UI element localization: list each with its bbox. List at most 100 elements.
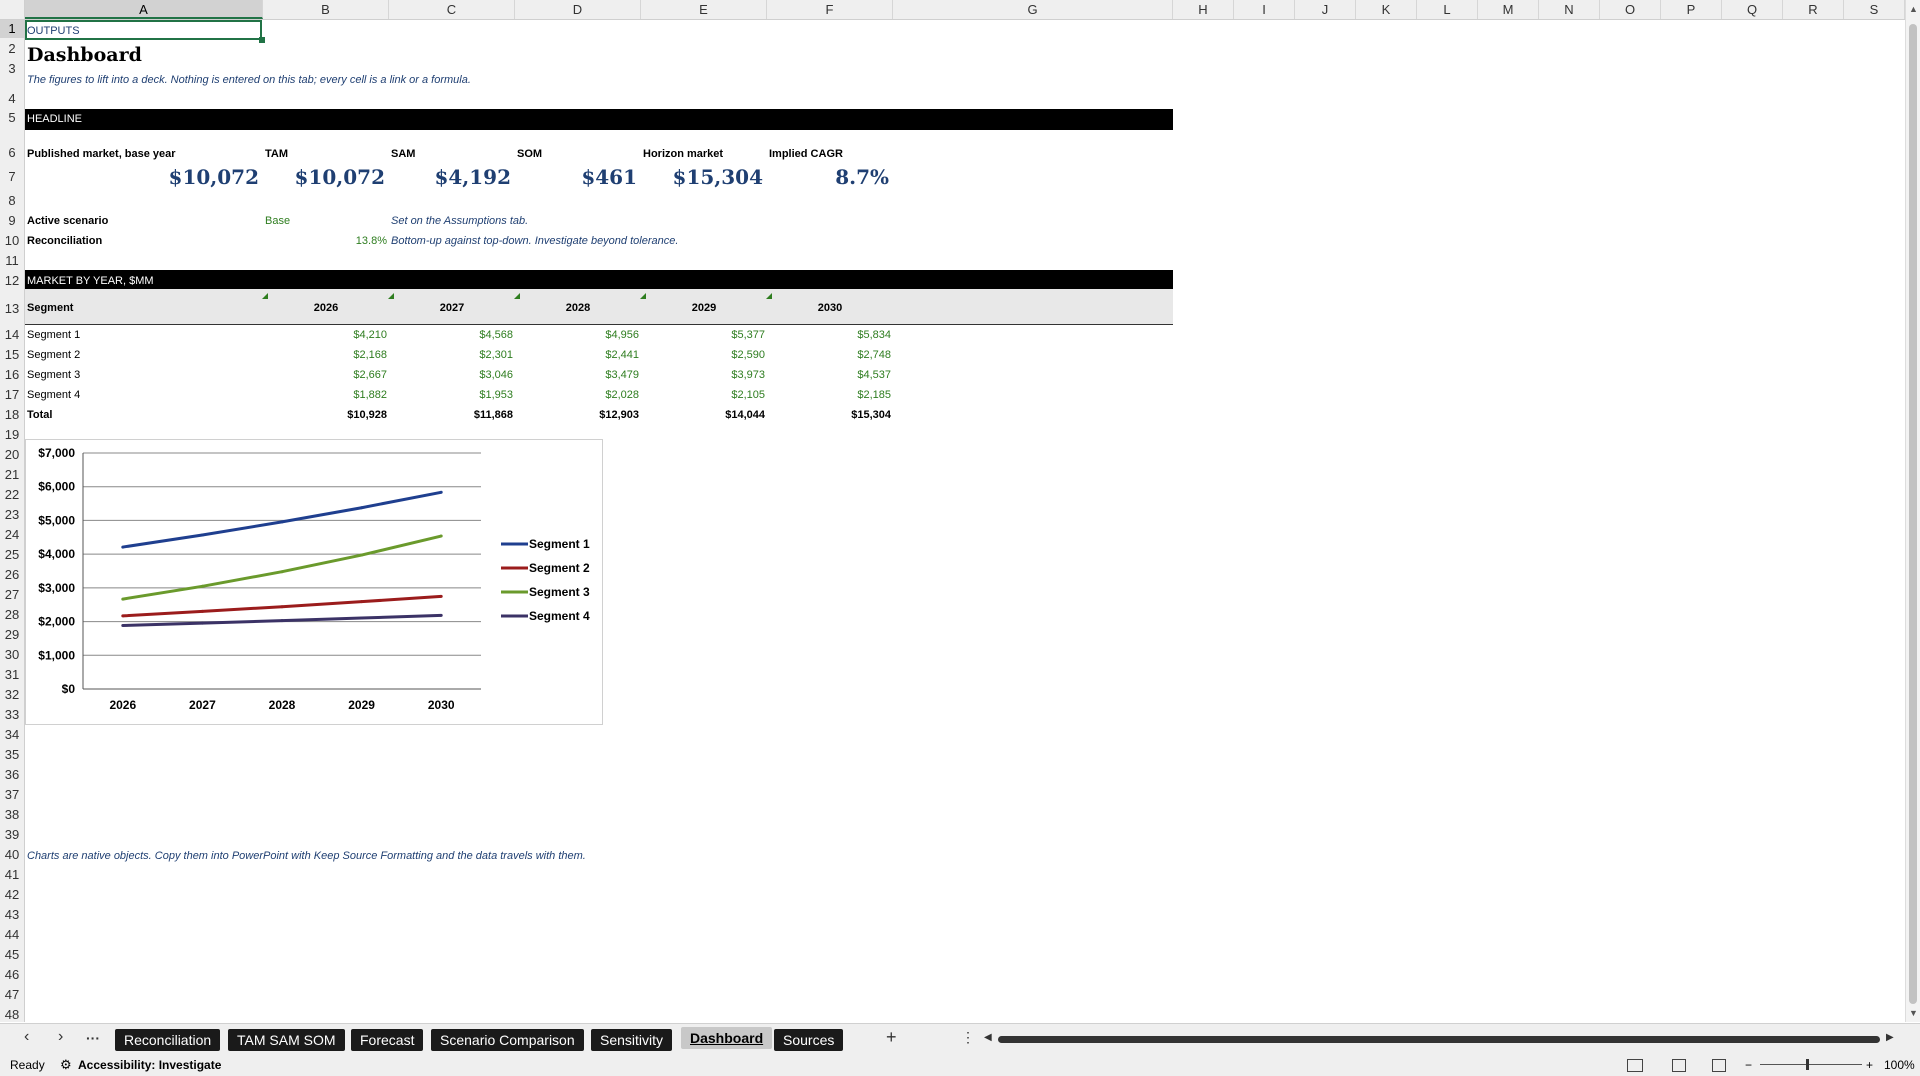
row-header-48[interactable]: 48 [0, 1006, 24, 1022]
row-header-12[interactable]: 12 [0, 272, 24, 290]
row-header-38[interactable]: 38 [0, 806, 24, 824]
column-header-e[interactable]: E [641, 0, 767, 19]
column-header-n[interactable]: N [1539, 0, 1600, 19]
row-header-32[interactable]: 32 [0, 686, 24, 704]
tab-splitter-icon[interactable]: ⋮ [961, 1029, 975, 1046]
vertical-scroll-thumb[interactable] [1909, 24, 1917, 1004]
column-header-j[interactable]: J [1295, 0, 1356, 19]
page-break-icon[interactable] [1712, 1059, 1726, 1072]
row-header-47[interactable]: 47 [0, 986, 24, 1004]
row-header-39[interactable]: 39 [0, 826, 24, 844]
row-header-30[interactable]: 30 [0, 646, 24, 664]
tab-dashboard[interactable]: Dashboard [681, 1027, 773, 1049]
tab-reconciliation[interactable]: Reconciliation [115, 1029, 221, 1051]
more-sheets-button[interactable]: ··· [86, 1030, 100, 1046]
row-header-17[interactable]: 17 [0, 386, 24, 404]
tab-forecast[interactable]: Forecast [351, 1029, 424, 1051]
scroll-up-icon[interactable]: ▲ [1909, 4, 1918, 14]
row-header-2[interactable]: 2 [0, 40, 24, 58]
next-sheet-icon[interactable]: › [58, 1028, 63, 1046]
row-header-27[interactable]: 27 [0, 586, 24, 604]
row-header-26[interactable]: 26 [0, 566, 24, 584]
accessibility-status[interactable]: Accessibility: Investigate [78, 1054, 221, 1076]
select-all-corner[interactable] [0, 0, 25, 19]
vertical-scrollbar[interactable]: ▲ ▼ [1905, 0, 1920, 1022]
zoom-slider[interactable] [1760, 1064, 1862, 1065]
row-header-37[interactable]: 37 [0, 786, 24, 804]
scroll-down-icon[interactable]: ▼ [1909, 1008, 1918, 1018]
column-header-o[interactable]: O [1600, 0, 1661, 19]
row-header-7[interactable]: 7 [0, 168, 24, 186]
column-header-h[interactable]: H [1173, 0, 1234, 19]
row-header-29[interactable]: 29 [0, 626, 24, 644]
zoom-in-icon[interactable]: + [1866, 1054, 1873, 1076]
segment-line-chart[interactable]: $0 $1,000 $2,000 $3,000 $4,000 $5,000 $6,000 $7… [25, 439, 603, 725]
column-header-q[interactable]: Q [1722, 0, 1783, 19]
row-header-31[interactable]: 31 [0, 666, 24, 684]
row-header-13[interactable]: 13 [0, 300, 24, 318]
column-header-m[interactable]: M [1478, 0, 1539, 19]
row-header-16[interactable]: 16 [0, 366, 24, 384]
row-header-36[interactable]: 36 [0, 766, 24, 784]
row-header-3[interactable]: 3 [0, 60, 24, 78]
column-header-b[interactable]: B [263, 0, 389, 19]
row-header-20[interactable]: 20 [0, 446, 24, 464]
row-header-34[interactable]: 34 [0, 726, 24, 744]
row-header-11[interactable]: 11 [0, 252, 24, 270]
row-header-14[interactable]: 14 [0, 326, 24, 344]
row-header-44[interactable]: 44 [0, 926, 24, 944]
row-header-42[interactable]: 42 [0, 886, 24, 904]
column-header-k[interactable]: K [1356, 0, 1417, 19]
column-header-p[interactable]: P [1661, 0, 1722, 19]
tab-sources[interactable]: Sources [774, 1029, 844, 1051]
horizontal-scroll-thumb[interactable] [998, 1036, 1880, 1043]
row-header-10[interactable]: 10 [0, 232, 24, 250]
tab-sensitivity[interactable]: Sensitivity [591, 1029, 673, 1051]
row-header-5[interactable]: 5 [0, 109, 24, 127]
row-header-21[interactable]: 21 [0, 466, 24, 484]
row-header-23[interactable]: 23 [0, 506, 24, 524]
column-header-a[interactable]: A [25, 0, 263, 19]
row-header-45[interactable]: 45 [0, 946, 24, 964]
row-header-4[interactable]: 4 [0, 90, 24, 108]
column-header-r[interactable]: R [1783, 0, 1844, 19]
row-header-33[interactable]: 33 [0, 706, 24, 724]
row-header-24[interactable]: 24 [0, 526, 24, 544]
tab-tam-sam-som[interactable]: TAM SAM SOM [228, 1029, 345, 1051]
zoom-out-icon[interactable]: − [1745, 1054, 1752, 1076]
normal-view-icon[interactable] [1627, 1059, 1643, 1072]
y-tick-label: $6,000 [38, 480, 75, 494]
scroll-right-icon[interactable]: ▶ [1886, 1032, 1894, 1043]
prev-sheet-icon[interactable]: ‹ [24, 1028, 29, 1046]
row-header-8[interactable]: 8 [0, 192, 24, 210]
column-header-g[interactable]: G [893, 0, 1173, 19]
column-header-i[interactable]: I [1234, 0, 1295, 19]
row-header-40[interactable]: 40 [0, 846, 24, 864]
column-header-l[interactable]: L [1417, 0, 1478, 19]
zoom-slider-thumb[interactable] [1806, 1059, 1809, 1070]
row-header-19[interactable]: 19 [0, 426, 24, 444]
scroll-left-icon[interactable]: ◀ [984, 1032, 992, 1043]
add-sheet-button[interactable]: + [886, 1027, 897, 1048]
row-header-41[interactable]: 41 [0, 866, 24, 884]
zoom-level[interactable]: 100% [1884, 1054, 1915, 1076]
column-header-s[interactable]: S [1844, 0, 1905, 19]
accessibility-icon[interactable]: ⚙ [60, 1054, 72, 1076]
tab-scenario-comparison[interactable]: Scenario Comparison [431, 1029, 584, 1051]
row-header-46[interactable]: 46 [0, 966, 24, 984]
row-header-15[interactable]: 15 [0, 346, 24, 364]
row-header-35[interactable]: 35 [0, 746, 24, 764]
column-header-d[interactable]: D [515, 0, 641, 19]
row-header-22[interactable]: 22 [0, 486, 24, 504]
row-header-9[interactable]: 9 [0, 212, 24, 230]
column-header-f[interactable]: F [767, 0, 893, 19]
row-header-18[interactable]: 18 [0, 406, 24, 424]
row-header-43[interactable]: 43 [0, 906, 24, 924]
row-header-6[interactable]: 6 [0, 144, 24, 162]
row-header-25[interactable]: 25 [0, 546, 24, 564]
fill-handle[interactable] [259, 37, 265, 43]
row-header-1[interactable]: 1 [0, 20, 24, 38]
column-header-c[interactable]: C [389, 0, 515, 19]
row-header-28[interactable]: 28 [0, 606, 24, 624]
page-layout-icon[interactable] [1672, 1059, 1686, 1072]
